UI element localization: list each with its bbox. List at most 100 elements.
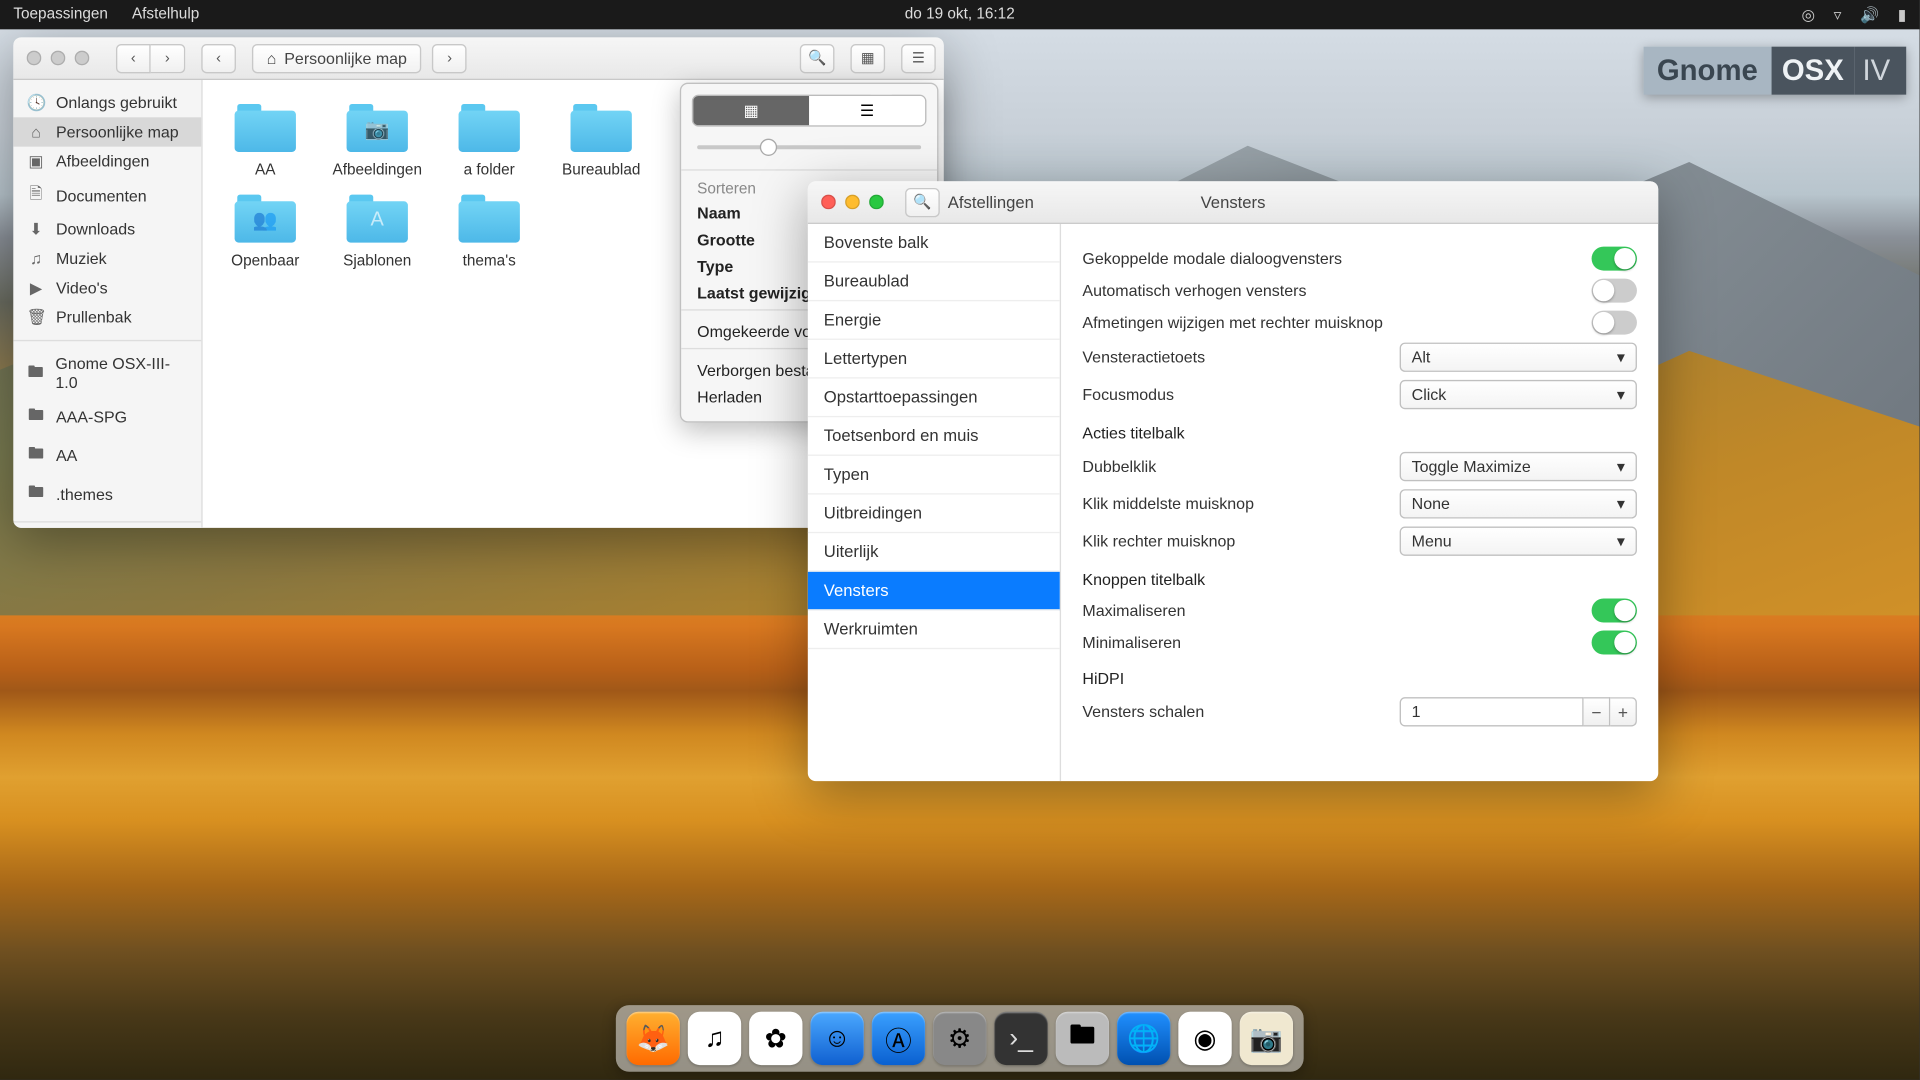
folder-item[interactable]: thema's bbox=[437, 189, 541, 269]
close-button[interactable] bbox=[27, 51, 42, 66]
settings-titlebar[interactable]: 🔍 Afstellingen Vensters bbox=[808, 181, 1658, 224]
view-icons-button[interactable]: ▦ bbox=[693, 96, 809, 125]
folder-label: AA bbox=[213, 163, 317, 179]
minimize-button[interactable] bbox=[51, 51, 66, 66]
window-scale-stepper[interactable]: 1 − + bbox=[1400, 697, 1637, 726]
folder-item[interactable]: ASjablonen bbox=[325, 189, 429, 269]
sidebar-item[interactable]: 🖿Gnome OSX-III-1.0 bbox=[13, 349, 201, 397]
settings-category[interactable]: Uiterlijk bbox=[808, 533, 1060, 572]
doubleclick-combo[interactable]: Toggle Maximize▾ bbox=[1400, 452, 1637, 481]
battery-icon[interactable]: ▮ bbox=[1898, 5, 1906, 24]
sidebar-item[interactable]: ⬇Downloads bbox=[13, 215, 201, 244]
settings-category[interactable]: Lettertypen bbox=[808, 340, 1060, 379]
dock-web[interactable]: 🌐 bbox=[1117, 1012, 1170, 1065]
sidebar-item[interactable]: 🕓Onlangs gebruikt bbox=[13, 88, 201, 117]
focus-mode-combo[interactable]: Click▾ bbox=[1400, 380, 1637, 409]
dock-appstore[interactable]: Ⓐ bbox=[872, 1012, 925, 1065]
settings-tray-icon[interactable]: ◎ bbox=[1802, 5, 1815, 24]
maximize-button[interactable] bbox=[75, 51, 90, 66]
sidebar-label: Video's bbox=[56, 279, 108, 298]
settings-search-button[interactable]: 🔍 bbox=[905, 187, 940, 216]
sidebar-label: Persoonlijke map bbox=[56, 123, 179, 142]
settings-category[interactable]: Typen bbox=[808, 456, 1060, 495]
maximize-label: Maximaliseren bbox=[1082, 601, 1185, 620]
path-bar[interactable]: ⌂ Persoonlijke map bbox=[252, 43, 422, 72]
menu-applications[interactable]: Toepassingen bbox=[13, 7, 108, 23]
sidebar-item[interactable]: 🖿AA bbox=[13, 436, 201, 475]
settings-category[interactable]: Energie bbox=[808, 301, 1060, 340]
dock-finder[interactable]: ☺ bbox=[810, 1012, 863, 1065]
dock-screenshot[interactable]: 📷 bbox=[1240, 1012, 1293, 1065]
auto-raise-label: Automatisch verhogen vensters bbox=[1082, 281, 1306, 300]
settings-category[interactable]: Uitbreidingen bbox=[808, 495, 1060, 534]
folder-icon: 🖿 bbox=[27, 480, 46, 508]
dock-chrome[interactable]: ◉ bbox=[1178, 1012, 1231, 1065]
settings-category[interactable]: Bureaublad bbox=[808, 263, 1060, 302]
modal-dialogs-toggle[interactable] bbox=[1592, 247, 1637, 271]
middleclick-combo[interactable]: None▾ bbox=[1400, 489, 1637, 518]
nav-forward-button[interactable]: › bbox=[151, 43, 186, 72]
maximize-button[interactable] bbox=[869, 195, 884, 210]
dock-files[interactable]: 🖿 bbox=[1056, 1012, 1109, 1065]
zoom-slider[interactable] bbox=[697, 137, 921, 156]
stepper-plus-button[interactable]: + bbox=[1610, 697, 1637, 726]
rightclick-combo[interactable]: Menu▾ bbox=[1400, 527, 1637, 556]
settings-category[interactable]: Toetsenbord en muis bbox=[808, 417, 1060, 456]
settings-category[interactable]: Vensters bbox=[808, 572, 1060, 611]
folder-item[interactable]: a folder bbox=[437, 99, 541, 179]
sidebar-item[interactable]: ⌂Persoonlijke map bbox=[13, 117, 201, 146]
hamburger-menu-button[interactable]: ☰ bbox=[901, 43, 936, 72]
maximize-toggle[interactable] bbox=[1592, 599, 1637, 623]
sidebar-label: Prullenbak bbox=[56, 308, 132, 327]
sidebar-label: Documenten bbox=[56, 186, 147, 205]
settings-panel: Gekoppelde modale dialoogvensters Automa… bbox=[1061, 224, 1658, 781]
dock-settings[interactable]: ⚙ bbox=[933, 1012, 986, 1065]
volume-icon[interactable]: 🔊 bbox=[1860, 5, 1879, 24]
resize-right-toggle[interactable] bbox=[1592, 311, 1637, 335]
minimize-button[interactable] bbox=[845, 195, 860, 210]
sidebar-item[interactable]: 🗑Prullenbak bbox=[13, 303, 201, 332]
settings-category[interactable]: Opstarttoepassingen bbox=[808, 379, 1060, 418]
folder-item[interactable]: AA bbox=[213, 99, 317, 179]
action-key-combo[interactable]: Alt▾ bbox=[1400, 343, 1637, 372]
sidebar-label: Muziek bbox=[56, 249, 107, 268]
action-key-label: Vensteractietoets bbox=[1082, 348, 1205, 367]
dock-firefox[interactable]: 🦊 bbox=[627, 1012, 680, 1065]
settings-category[interactable]: Bovenste balk bbox=[808, 224, 1060, 263]
settings-category[interactable]: Werkruimten bbox=[808, 611, 1060, 650]
auto-raise-toggle[interactable] bbox=[1592, 279, 1637, 303]
view-mode-segmented[interactable]: ▦ ☰ bbox=[692, 95, 927, 127]
clock[interactable]: do 19 okt, 16:12 bbox=[905, 7, 1015, 23]
folder-item[interactable]: 📷Afbeeldingen bbox=[325, 99, 429, 179]
folder-icon: 📷 bbox=[341, 99, 413, 155]
minimize-toggle[interactable] bbox=[1592, 631, 1637, 655]
wifi-icon[interactable]: ▿ bbox=[1834, 5, 1842, 24]
theme-badge: Gnome OSX IV bbox=[1644, 47, 1907, 95]
sidebar-item[interactable]: 🗎Documenten bbox=[13, 176, 201, 215]
close-button[interactable] bbox=[821, 195, 836, 210]
sidebar-item[interactable]: 🖿.themes bbox=[13, 475, 201, 514]
view-grid-button[interactable]: ▦ bbox=[850, 43, 885, 72]
sidebar-item[interactable]: ▶Video's bbox=[13, 273, 201, 302]
sidebar-label: Downloads bbox=[56, 220, 135, 239]
focus-mode-label: Focusmodus bbox=[1082, 385, 1174, 404]
sidebar-item[interactable]: ▣Afbeeldingen bbox=[13, 147, 201, 176]
sidebar-label: AA bbox=[56, 446, 77, 465]
sidebar-item[interactable]: 🖿AAA-SPG bbox=[13, 397, 201, 436]
search-button[interactable]: 🔍 bbox=[800, 43, 835, 72]
nav-back-button[interactable]: ‹ bbox=[116, 43, 151, 72]
path-dropdown-button[interactable]: › bbox=[432, 43, 467, 72]
menu-current-app[interactable]: Afstelhulp bbox=[132, 7, 199, 23]
settings-window: 🔍 Afstellingen Vensters Bovenste balkBur… bbox=[808, 181, 1658, 781]
folder-item[interactable]: Bureaublad bbox=[549, 99, 653, 179]
folder-item[interactable]: 👥Openbaar bbox=[213, 189, 317, 269]
nav-up-button[interactable]: ‹ bbox=[201, 43, 236, 72]
file-manager-titlebar[interactable]: ‹ › ‹ ⌂ Persoonlijke map › 🔍 ▦ ☰ bbox=[13, 37, 943, 80]
dock-photos[interactable]: ✿ bbox=[749, 1012, 802, 1065]
stepper-minus-button[interactable]: − bbox=[1584, 697, 1611, 726]
window-scale-value[interactable]: 1 bbox=[1400, 697, 1584, 726]
dock-music[interactable]: ♫ bbox=[688, 1012, 741, 1065]
view-list-button[interactable]: ☰ bbox=[809, 96, 925, 125]
dock-terminal[interactable]: ›_ bbox=[994, 1012, 1047, 1065]
sidebar-item[interactable]: ♫Muziek bbox=[13, 244, 201, 273]
